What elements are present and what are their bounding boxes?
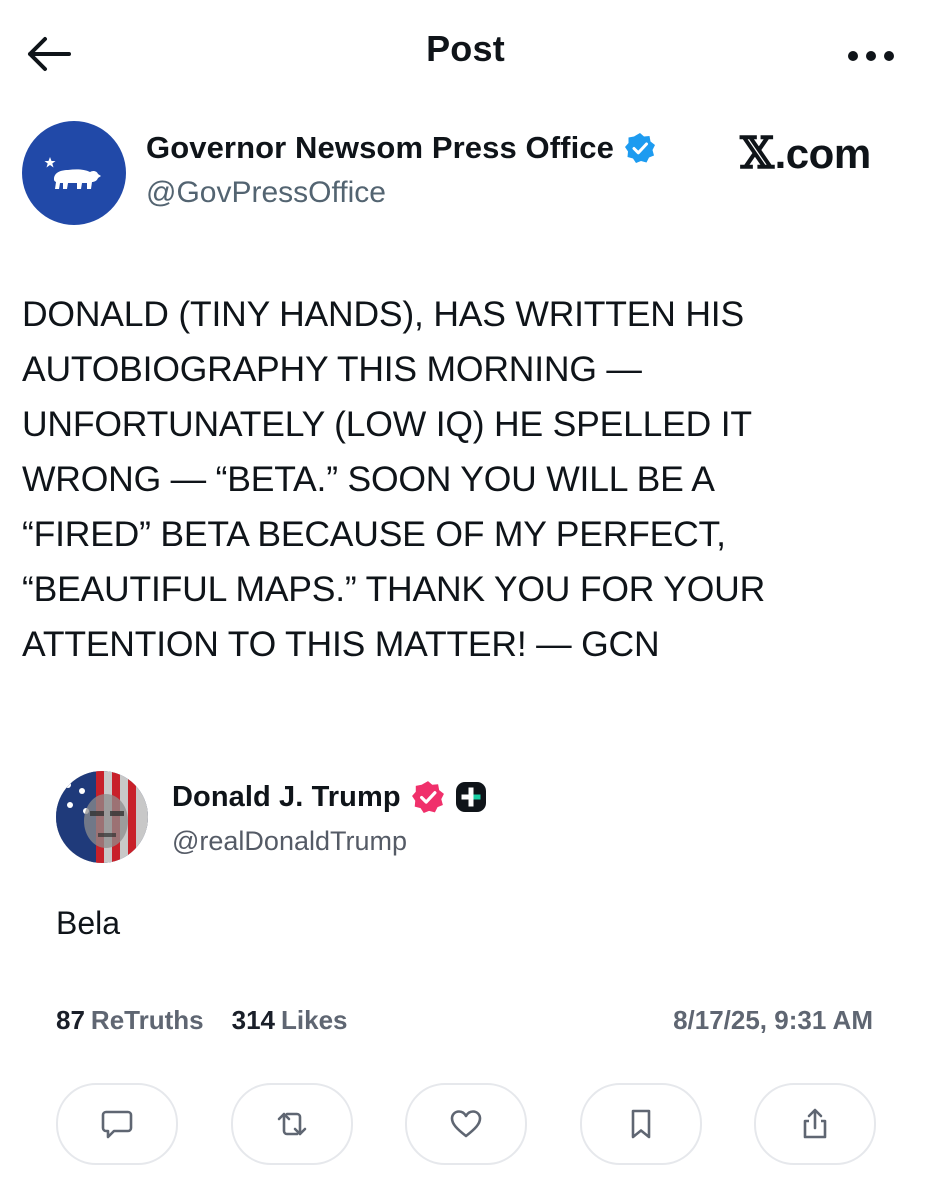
bookmark-icon xyxy=(631,1109,650,1139)
post-line: ATTENTION TO THIS MATTER! — GCN xyxy=(22,624,660,664)
embedded-author-name: Donald J. Trump xyxy=(172,780,401,813)
post-line: “FIRED” BETA BECAUSE OF MY PERFECT, xyxy=(22,514,726,554)
likes-stat: 314 Likes xyxy=(232,1005,348,1036)
reply-icon xyxy=(101,1110,133,1139)
post-line: “BEAUTIFUL MAPS.” THANK YOU FOR YOUR xyxy=(22,569,766,609)
retruths-label: ReTruths xyxy=(90,1005,204,1035)
verified-badge-icon xyxy=(624,133,655,163)
post-line: AUTOBIOGRAPHY THIS MORNING — xyxy=(22,349,642,389)
embedded-name-row: Donald J. Trump xyxy=(172,780,487,814)
post-timestamp: 8/17/25, 9:31 AM xyxy=(673,1005,873,1035)
author-name[interactable]: Governor Newsom Press Office xyxy=(146,130,614,166)
more-horizontal-icon xyxy=(848,51,894,61)
action-bar xyxy=(56,1083,876,1165)
x-com-watermark: 𝕏 .com xyxy=(740,128,871,179)
share-button xyxy=(754,1083,876,1165)
embedded-avatar xyxy=(56,771,148,863)
verified-badge-icon xyxy=(411,781,444,813)
page-title: Post xyxy=(426,28,505,69)
author-handle[interactable]: @GovPressOffice xyxy=(146,176,386,210)
more-options-button[interactable] xyxy=(839,36,903,76)
retruth-button xyxy=(230,1083,353,1165)
embedded-post-text: Bela xyxy=(56,905,121,941)
watermark-text: .com xyxy=(774,130,872,177)
flag-portrait-icon xyxy=(56,771,148,863)
retruths-stat: 87 ReTruths xyxy=(56,1005,204,1036)
x-logo-icon: 𝕏 xyxy=(740,128,774,179)
embedded-author-handle: @realDonaldTrump xyxy=(172,826,407,856)
retruth-icon xyxy=(277,1112,306,1136)
author-name-row: Governor Newsom Press Office xyxy=(146,130,656,166)
post-line: WRONG — “BETA.” SOON YOU WILL BE A xyxy=(22,459,715,499)
like-button xyxy=(405,1083,527,1165)
reply-button xyxy=(56,1083,178,1165)
california-bear-logo-icon xyxy=(44,157,101,189)
likes-label: Likes xyxy=(281,1005,348,1035)
post-line: UNFORTUNATELY (LOW IQ) HE SPELLED IT xyxy=(22,404,752,444)
share-icon xyxy=(803,1108,827,1139)
engagement-stats: 87 ReTruths 314 Likes xyxy=(56,1005,348,1036)
like-icon xyxy=(450,1110,482,1138)
likes-count: 314 xyxy=(231,1005,275,1035)
bookmark-button xyxy=(579,1083,702,1165)
post-text: DONALD (TINY HANDS), HAS WRITTEN HIS AUT… xyxy=(22,287,902,672)
avatar[interactable] xyxy=(22,121,126,225)
post-line: DONALD (TINY HANDS), HAS WRITTEN HIS xyxy=(22,294,744,334)
truth-plus-icon xyxy=(455,782,486,812)
retruths-count: 87 xyxy=(56,1005,85,1035)
